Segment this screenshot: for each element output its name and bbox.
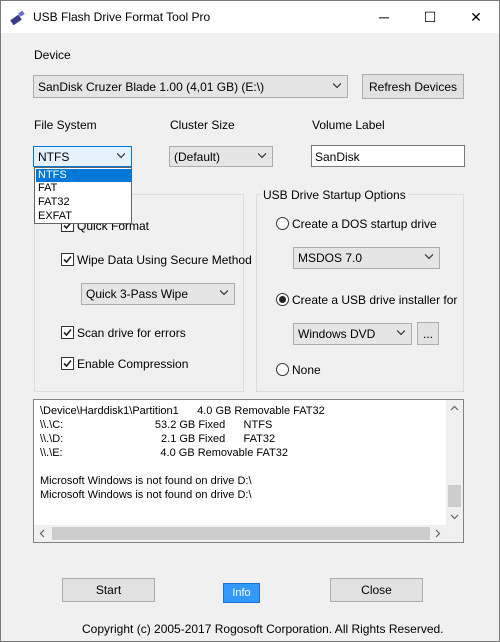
file-system-option[interactable]: FAT xyxy=(36,182,132,195)
minimize-icon: ─ xyxy=(379,9,389,25)
vertical-scroll-thumb[interactable] xyxy=(448,485,461,507)
checkmark-icon xyxy=(63,328,72,337)
log-line: \Device\Harddisk1\Partition1 4.0 GB Remo… xyxy=(40,405,325,417)
none-radio[interactable] xyxy=(276,363,289,376)
window-title: USB Flash Drive Format Tool Pro xyxy=(33,10,211,24)
browse-button[interactable]: ... xyxy=(417,322,439,345)
close-button[interactable]: Close xyxy=(330,578,423,602)
file-system-option[interactable]: FAT32 xyxy=(36,196,132,209)
main-window: USB Flash Drive Format Tool Pro ─ ☐ ✕ De… xyxy=(0,0,500,642)
chevron-down-icon xyxy=(220,289,228,296)
cluster-size-label: Cluster Size xyxy=(170,118,235,132)
usb-installer-radio[interactable] xyxy=(276,293,289,306)
file-system-dropdown: NTFS FAT FAT32 EXFAT xyxy=(34,167,132,224)
info-button[interactable]: Info xyxy=(223,583,260,603)
cluster-size-select-value: (Default) xyxy=(174,149,221,164)
wipe-method-select-value: Quick 3-Pass Wipe xyxy=(86,287,189,301)
volume-label-value: SanDisk xyxy=(315,150,360,164)
log-output[interactable]: \Device\Harddisk1\Partition1 4.0 GB Remo… xyxy=(33,399,464,543)
checkmark-icon xyxy=(63,359,72,368)
dos-startup-label: Create a DOS startup drive xyxy=(292,217,437,231)
checkmark-icon xyxy=(63,255,72,264)
file-system-option[interactable]: EXFAT xyxy=(36,210,132,223)
start-button[interactable]: Start xyxy=(62,578,155,602)
wipe-data-checkbox[interactable] xyxy=(61,253,74,266)
scroll-down-icon[interactable] xyxy=(450,512,459,521)
radio-selected-dot xyxy=(279,296,286,303)
log-line: Microsoft Windows is not found on drive … xyxy=(40,475,252,487)
file-system-option[interactable]: NTFS xyxy=(36,169,132,182)
dos-version-select-value: MSDOS 7.0 xyxy=(298,251,363,265)
horizontal-scroll-thumb[interactable] xyxy=(52,527,430,540)
log-line: \\.\C: 53.2 GB Fixed NTFS xyxy=(40,419,273,431)
chevron-down-icon xyxy=(117,152,125,158)
compression-checkbox[interactable] xyxy=(61,357,74,370)
scroll-right-icon[interactable] xyxy=(433,529,442,538)
close-window-button[interactable]: ✕ xyxy=(453,1,499,33)
wipe-data-label: Wipe Data Using Secure Method xyxy=(77,253,252,267)
startup-options-label: USB Drive Startup Options xyxy=(261,188,408,202)
file-system-select[interactable]: NTFS xyxy=(33,146,132,167)
installer-target-select[interactable]: Windows DVD xyxy=(293,323,412,345)
scroll-up-icon[interactable] xyxy=(450,404,459,413)
minimize-button[interactable]: ─ xyxy=(361,1,407,33)
usb-installer-label: Create a USB drive installer for xyxy=(292,293,458,307)
chevron-down-icon xyxy=(258,152,266,158)
chevron-down-icon xyxy=(333,82,341,88)
maximize-icon: ☐ xyxy=(423,8,437,25)
refresh-devices-button[interactable]: Refresh Devices xyxy=(362,74,464,99)
dos-startup-radio[interactable] xyxy=(276,217,289,230)
scan-errors-label: Scan drive for errors xyxy=(77,326,186,340)
log-line: Microsoft Windows is not found on drive … xyxy=(40,489,252,501)
close-icon: ✕ xyxy=(470,8,482,25)
compression-label: Enable Compression xyxy=(77,357,189,371)
chevron-down-icon xyxy=(425,253,433,260)
copyright-text: Copyright (c) 2005-2017 Rogosoft Corpora… xyxy=(82,622,444,636)
vertical-scrollbar[interactable] xyxy=(446,400,463,525)
log-line: \\.\E: 4.0 GB Removable FAT32 xyxy=(40,447,288,459)
volume-label-label: Volume Label xyxy=(312,118,385,132)
log-line: \\.\D: 2.1 GB Fixed FAT32 xyxy=(40,433,276,445)
file-system-label: File System xyxy=(34,118,97,132)
device-label: Device xyxy=(34,48,71,62)
installer-target-select-value: Windows DVD xyxy=(298,327,376,341)
scrollbar-corner xyxy=(446,525,463,542)
volume-label-input[interactable]: SanDisk xyxy=(311,145,465,167)
scroll-left-icon[interactable] xyxy=(38,529,47,538)
device-select-value: SanDisk Cruzer Blade 1.00 (4,01 GB) (E:\… xyxy=(38,79,265,94)
chevron-down-icon xyxy=(397,329,405,336)
title-bar[interactable]: USB Flash Drive Format Tool Pro ─ ☐ ✕ xyxy=(1,1,499,33)
dos-version-select[interactable]: MSDOS 7.0 xyxy=(293,247,440,269)
maximize-button[interactable]: ☐ xyxy=(407,1,453,33)
device-select[interactable]: SanDisk Cruzer Blade 1.00 (4,01 GB) (E:\… xyxy=(33,75,348,98)
cluster-size-select[interactable]: (Default) xyxy=(169,146,273,167)
usb-drive-icon xyxy=(10,10,25,25)
scan-errors-checkbox[interactable] xyxy=(61,326,74,339)
wipe-method-select[interactable]: Quick 3-Pass Wipe xyxy=(81,283,235,305)
file-system-select-value: NTFS xyxy=(38,149,70,164)
horizontal-scrollbar[interactable] xyxy=(34,525,446,542)
none-label: None xyxy=(292,363,321,377)
